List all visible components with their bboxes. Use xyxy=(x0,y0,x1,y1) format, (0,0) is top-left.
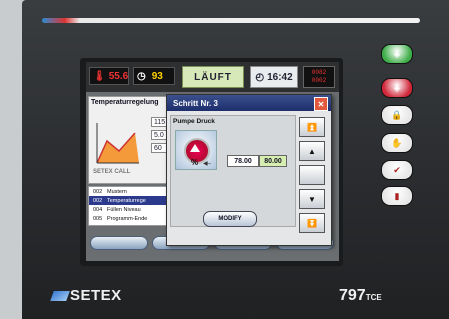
counter-value: 93 xyxy=(151,70,163,82)
brand-mark-icon xyxy=(50,290,70,301)
door-button[interactable]: ▮ xyxy=(381,186,413,206)
step-counter-top: 0082 xyxy=(311,69,327,76)
check-icon: ✔ xyxy=(393,164,401,175)
setex-call-label: SETEX CALL xyxy=(93,169,131,175)
timer-icon: ◷ xyxy=(137,70,146,82)
hand-stop-button[interactable]: ✋ xyxy=(381,133,413,153)
pump-triangle xyxy=(190,144,200,152)
section-label: Pumpe Druck xyxy=(173,118,215,125)
clock-value: 16:42 xyxy=(267,71,293,83)
panel-title: Temperaturregelung xyxy=(91,99,159,106)
brand-name: SETEX xyxy=(70,287,122,304)
temperature-display[interactable]: 🌡 55.6 xyxy=(89,67,129,85)
start-button[interactable]: ◈ xyxy=(381,44,413,64)
counter-display[interactable]: ◷ 93 xyxy=(133,67,175,85)
page-down-button[interactable]: ⏬ xyxy=(299,213,325,233)
step-counter: 0082 0002 xyxy=(303,66,335,88)
stop-button[interactable]: ◈ xyxy=(381,78,413,98)
scroll-column: ⏫ ▲ ▼ ⏬ xyxy=(299,115,325,243)
hand-lock-icon: 🔒 xyxy=(391,109,403,120)
scroll-up-button[interactable]: ▲ xyxy=(299,141,325,161)
color-stripe xyxy=(42,18,420,23)
status-bar: 🌡 55.6 ◷ 93 LÄUFT ◴ 16:42 0082 0002 xyxy=(86,62,339,92)
scroll-blank-button[interactable] xyxy=(299,165,325,185)
check-button[interactable]: ✔ xyxy=(381,160,413,180)
model-number: 797 xyxy=(339,287,366,304)
start-icon: ◈ xyxy=(393,48,401,59)
dialog-title: Schritt Nr. 3 xyxy=(167,95,331,111)
step-counter-bottom: 0002 xyxy=(311,77,327,84)
brand-logo: SETEX xyxy=(50,287,122,304)
door-icon: ▮ xyxy=(394,190,400,201)
temperature-value: 55.6 xyxy=(108,70,129,82)
temperature-curve-icon xyxy=(96,123,139,164)
modify-button[interactable]: MODIFY xyxy=(203,211,257,227)
step-dialog: Schritt Nr. 3 ✕ Pumpe Druck % ◀– 78.00 8… xyxy=(166,94,332,246)
page-up-button[interactable]: ⏫ xyxy=(299,117,325,137)
unit-label: % xyxy=(191,158,199,167)
stop-icon: ◈ xyxy=(393,82,401,93)
hand-lock-button[interactable]: 🔒 xyxy=(381,105,413,125)
touch-screen: 🌡 55.6 ◷ 93 LÄUFT ◴ 16:42 0082 0002 Temp… xyxy=(86,62,339,261)
set-value-field[interactable]: 80.00 xyxy=(259,155,287,167)
thermometer-icon: 🌡 xyxy=(93,70,106,82)
status-badge: LÄUFT xyxy=(182,66,244,88)
model-label: 797TCE xyxy=(339,287,382,305)
model-suffix: TCE xyxy=(365,293,382,302)
clock-icon: ◴ xyxy=(255,71,265,83)
arrow-left-icon: ◀– xyxy=(203,161,211,167)
close-button[interactable]: ✕ xyxy=(314,97,328,111)
scroll-down-button[interactable]: ▼ xyxy=(299,189,325,209)
clock-display: ◴ 16:42 xyxy=(250,66,298,88)
soft-button-1[interactable] xyxy=(90,236,148,250)
actual-value: 78.00 xyxy=(227,155,259,167)
hand-stop-icon: ✋ xyxy=(391,137,403,148)
